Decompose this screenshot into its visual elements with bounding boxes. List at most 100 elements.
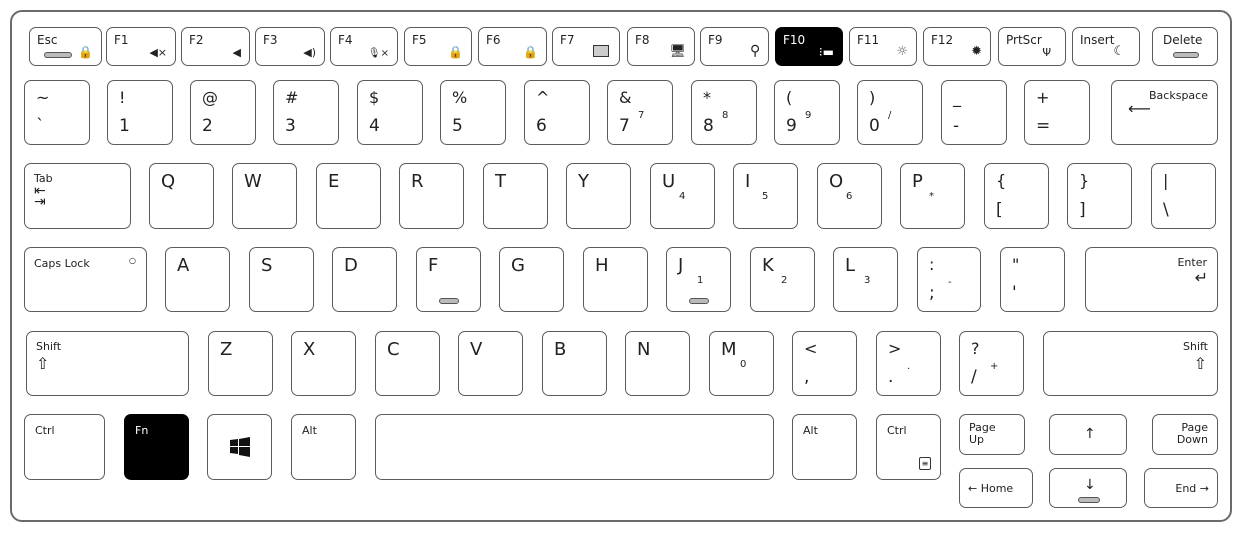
key-letter-x[interactable]: X	[291, 331, 356, 396]
key-number-6[interactable]: ^ 6	[524, 80, 590, 145]
key-f2[interactable]: F2 ◀	[181, 27, 250, 66]
key-letter-c[interactable]: C	[375, 331, 440, 396]
key-f1[interactable]: F1 ◀×	[106, 27, 176, 66]
key-f10[interactable]: F10 ⁝▬	[775, 27, 843, 66]
key-comma[interactable]: <,	[792, 331, 857, 396]
key-f11[interactable]: F11 ☼	[849, 27, 917, 66]
key-letter-m[interactable]: M0	[709, 331, 774, 396]
key-f8[interactable]: F8 🖥	[627, 27, 695, 66]
key-letter-l[interactable]: L3	[833, 247, 898, 312]
key-f5[interactable]: F5 🔒	[404, 27, 472, 66]
key-letter-a[interactable]: A	[165, 247, 230, 312]
key-letter-v[interactable]: V	[458, 331, 523, 396]
key-prtscr[interactable]: PrtScr Ψ	[998, 27, 1066, 66]
key-letter-u[interactable]: U4	[650, 163, 715, 229]
key-caps-lock[interactable]: Caps Lock ○	[24, 247, 147, 312]
key-home[interactable]: ← Home	[959, 468, 1033, 508]
key-letter: X	[303, 339, 316, 360]
key-f12[interactable]: F12 ✹	[923, 27, 991, 66]
key-letter-b[interactable]: B	[542, 331, 607, 396]
key-letter-e[interactable]: E	[316, 163, 381, 229]
key-number-10[interactable]: ) 0 /	[857, 80, 923, 145]
key-slash[interactable]: ? / +	[959, 331, 1024, 396]
key-letter-h[interactable]: H	[583, 247, 648, 312]
key-bracket-0[interactable]: {[	[984, 163, 1049, 229]
key-letter-q[interactable]: Q	[149, 163, 214, 229]
bar-indicator	[44, 52, 72, 58]
numpad-label: .	[907, 361, 911, 372]
key-page-up[interactable]: Page Up	[959, 414, 1025, 455]
key-letter: F	[428, 255, 439, 276]
key-esc[interactable]: Esc 🔒	[29, 27, 102, 66]
key-f7[interactable]: F7	[552, 27, 620, 66]
key-number-11[interactable]: _ -	[941, 80, 1007, 145]
key-letter-o[interactable]: O6	[817, 163, 882, 229]
key-number-7[interactable]: & 7 7	[607, 80, 673, 145]
key-page-down[interactable]: Page Down	[1152, 414, 1218, 455]
key-number-0[interactable]: ~ `	[24, 80, 90, 145]
key-letter-n[interactable]: N	[625, 331, 690, 396]
key-shift-right[interactable]: Shift ⇧	[1043, 331, 1218, 396]
key-letter-i[interactable]: I5	[733, 163, 798, 229]
key-insert[interactable]: Insert ☾	[1072, 27, 1140, 66]
key-label-line2: Up	[969, 433, 985, 446]
key-end[interactable]: End →	[1144, 468, 1218, 508]
key-ctrl-right[interactable]: Ctrl ≡	[876, 414, 941, 480]
key-number-12[interactable]: + =	[1024, 80, 1090, 145]
key-delete[interactable]: Delete	[1152, 27, 1218, 66]
key-number-9[interactable]: (9 9	[774, 80, 840, 145]
key-shift-symbol: <	[804, 339, 818, 358]
key-letter-y[interactable]: Y	[566, 163, 631, 229]
key-label: F8	[635, 33, 650, 47]
key-letter-k[interactable]: K2	[750, 247, 815, 312]
search-icon: ⚲	[749, 43, 760, 59]
key-letter-d[interactable]: D	[332, 247, 397, 312]
key-tab[interactable]: Tab ⇤ ⇥	[24, 163, 131, 229]
key-period[interactable]: >..	[876, 331, 941, 396]
key-letter: G	[511, 255, 525, 276]
key-bracket-1[interactable]: }]	[1067, 163, 1132, 229]
key-fn[interactable]: Fn	[124, 414, 189, 480]
key-arrow-down[interactable]: ↓	[1049, 468, 1127, 508]
key-semicolon[interactable]: :; -	[917, 247, 981, 312]
key-letter-w[interactable]: W	[232, 163, 297, 229]
key-number-3[interactable]: #3	[273, 80, 339, 145]
key-number-5[interactable]: % 5	[440, 80, 506, 145]
key-number-8[interactable]: * 8 8	[691, 80, 757, 145]
key-f9[interactable]: F9 ⚲	[700, 27, 769, 66]
key-windows[interactable]	[207, 414, 272, 480]
key-symbol: ]	[1079, 200, 1086, 220]
key-symbol: 2	[202, 116, 213, 136]
key-letter-z[interactable]: Z	[208, 331, 273, 396]
key-alt-left[interactable]: Alt	[291, 414, 356, 480]
key-number-1[interactable]: ! 1	[107, 80, 173, 145]
key-bracket-2[interactable]: | \	[1151, 163, 1216, 229]
key-f6[interactable]: F6 🔒	[478, 27, 547, 66]
key-enter[interactable]: Enter ↵	[1085, 247, 1218, 312]
key-symbol: 8	[703, 116, 714, 136]
key-alt-right[interactable]: Alt	[792, 414, 857, 480]
key-ctrl-left[interactable]: Ctrl	[24, 414, 105, 480]
key-letter-j[interactable]: J1	[666, 247, 731, 312]
key-backspace[interactable]: Backspace ⟵	[1111, 80, 1218, 145]
key-f4[interactable]: F4 🎙×	[330, 27, 398, 66]
key-shift-symbol: }	[1079, 171, 1090, 190]
key-number-2[interactable]: @2	[190, 80, 256, 145]
key-letter-f[interactable]: F	[416, 247, 481, 312]
key-letter-s[interactable]: S	[249, 247, 314, 312]
key-shift-symbol: |	[1163, 171, 1169, 190]
key-shift-left[interactable]: Shift ⇧	[26, 331, 189, 396]
display-switch-icon	[593, 45, 609, 57]
key-arrow-up[interactable]: ↑	[1049, 414, 1127, 455]
key-letter-r[interactable]: R	[399, 163, 464, 229]
key-symbol: /	[971, 367, 977, 387]
key-number-4[interactable]: $4	[357, 80, 423, 145]
key-symbol: 3	[285, 116, 296, 136]
key-letter-t[interactable]: T	[483, 163, 548, 229]
key-letter-p[interactable]: P *	[900, 163, 965, 229]
key-f3[interactable]: F3 ◀)	[255, 27, 325, 66]
numpad-label: 3	[864, 275, 871, 286]
key-letter-g[interactable]: G	[499, 247, 564, 312]
key-space[interactable]	[375, 414, 774, 480]
key-quote[interactable]: " '	[1000, 247, 1065, 312]
